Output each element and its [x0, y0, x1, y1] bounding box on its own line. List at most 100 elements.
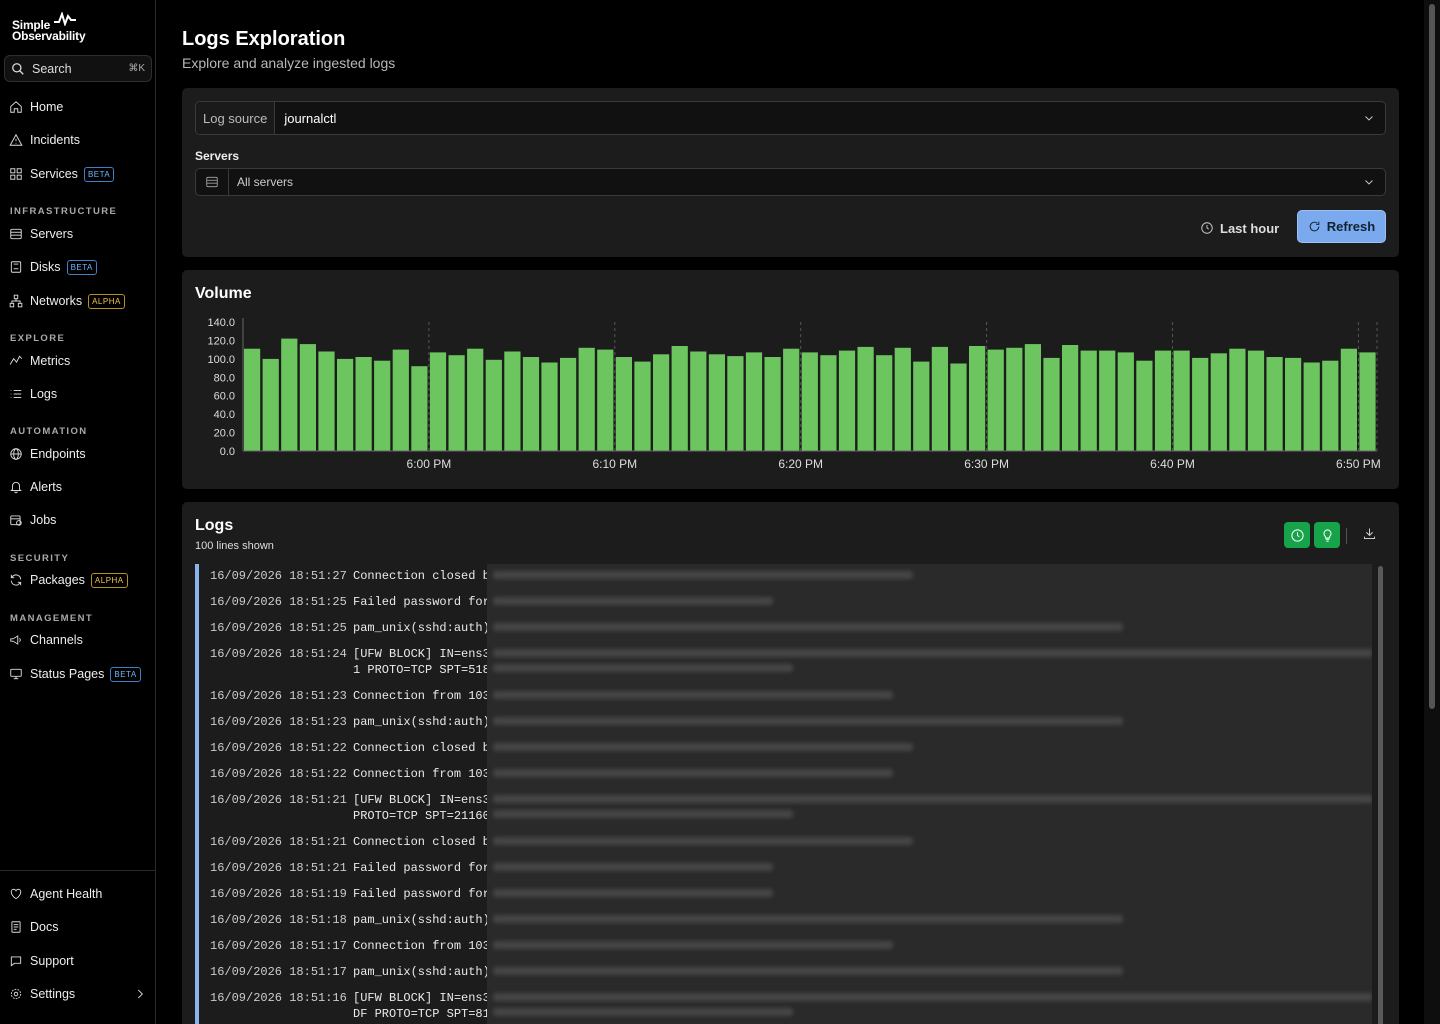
volume-bar[interactable] [1322, 360, 1339, 451]
volume-bar[interactable] [522, 357, 540, 451]
log-row[interactable]: 16/09/2026 18:51:24 [UFW BLOCK] IN=ens3 1… [195, 642, 1372, 684]
volume-bar[interactable] [1136, 360, 1153, 451]
volume-bar[interactable] [783, 348, 800, 451]
logo[interactable]: Simple Observability [12, 12, 102, 44]
volume-bar[interactable] [1024, 344, 1041, 451]
volume-bar[interactable] [467, 348, 484, 451]
volume-bar[interactable] [1006, 347, 1023, 451]
sidebar-item-jobs[interactable]: Jobs [9, 509, 56, 531]
sidebar-item-home[interactable]: Home [9, 96, 63, 118]
servers-select[interactable]: All servers [195, 168, 1386, 196]
sidebar-item-agent-health[interactable]: Agent Health [9, 883, 102, 905]
log-row[interactable]: 16/09/2026 18:51:23 Connection from 103. [195, 684, 1372, 710]
sidebar-item-support[interactable]: Support [9, 950, 74, 972]
volume-bar[interactable] [1080, 350, 1097, 451]
volume-bar[interactable] [244, 348, 261, 451]
page-scrollbar-thumb[interactable] [1429, 4, 1435, 709]
sidebar-item-alerts[interactable]: Alerts [9, 476, 62, 498]
volume-bar[interactable] [838, 350, 856, 451]
log-row[interactable]: 16/09/2026 18:51:21 Connection closed by [195, 830, 1372, 856]
log-row[interactable]: 16/09/2026 18:51:16 [UFW BLOCK] IN=ens3 D… [195, 986, 1372, 1024]
sidebar-item-status-pages[interactable]: Status Pages BETA [9, 663, 141, 685]
volume-bar[interactable] [671, 346, 688, 451]
log-source-select[interactable]: Log source journalctl [195, 101, 1386, 135]
volume-bar[interactable] [1266, 357, 1283, 451]
volume-bar[interactable] [281, 338, 298, 451]
log-row[interactable]: 16/09/2026 18:51:22 Connection from 103. [195, 762, 1372, 788]
log-row[interactable]: 16/09/2026 18:51:18 pam_unix(sshd:auth): [195, 908, 1372, 934]
volume-bar[interactable] [1303, 362, 1320, 452]
log-row[interactable]: 16/09/2026 18:51:19 Failed password for [195, 882, 1372, 908]
volume-bar[interactable] [429, 352, 447, 451]
volume-bar[interactable] [392, 349, 409, 451]
log-row[interactable]: 16/09/2026 18:51:21 [UFW BLOCK] IN=ens3 P… [195, 788, 1372, 830]
log-row[interactable]: 16/09/2026 18:51:25 pam_unix(sshd:auth): [195, 616, 1372, 642]
toggle-insights-button[interactable] [1314, 522, 1340, 548]
volume-bar[interactable] [820, 355, 837, 451]
sidebar-item-channels[interactable]: Channels [9, 629, 83, 651]
sidebar-item-metrics[interactable]: Metrics [9, 350, 70, 372]
volume-bar[interactable] [913, 361, 930, 451]
volume-bar[interactable] [1062, 345, 1079, 451]
volume-bar[interactable] [857, 346, 874, 451]
log-row[interactable]: 16/09/2026 18:51:27 Connection closed by [195, 564, 1372, 590]
volume-bar[interactable] [541, 362, 558, 452]
volume-bar[interactable] [1359, 352, 1376, 451]
sidebar-item-incidents[interactable]: Incidents [9, 129, 80, 151]
volume-bar[interactable] [876, 355, 893, 451]
sidebar-item-networks[interactable]: Networks ALPHA [9, 290, 125, 312]
page-scrollbar[interactable] [1424, 0, 1440, 1024]
download-button[interactable] [1362, 526, 1378, 542]
volume-bar[interactable] [894, 347, 911, 451]
volume-bar[interactable] [355, 357, 372, 451]
volume-bar[interactable] [653, 354, 670, 452]
volume-bar[interactable] [448, 355, 465, 451]
sidebar-item-packages[interactable]: Packages ALPHA [9, 569, 128, 591]
volume-bar[interactable] [1247, 350, 1265, 451]
sidebar-item-servers[interactable]: Servers [9, 223, 73, 245]
volume-bar[interactable] [578, 347, 595, 451]
volume-bar[interactable] [987, 349, 1004, 451]
volume-bar[interactable] [299, 344, 316, 451]
refresh-button[interactable]: Refresh [1297, 210, 1386, 243]
volume-bar[interactable] [764, 357, 781, 451]
log-row[interactable]: 16/09/2026 18:51:17 Connection from 103. [195, 934, 1372, 960]
volume-bar[interactable] [1192, 357, 1209, 451]
volume-bar[interactable] [969, 346, 986, 451]
sidebar-item-docs[interactable]: Docs [9, 916, 58, 938]
sidebar-item-settings[interactable]: Settings [9, 983, 147, 1005]
log-row[interactable]: 16/09/2026 18:51:22 Connection closed by [195, 736, 1372, 762]
volume-bar[interactable] [1210, 353, 1227, 451]
volume-bar[interactable] [1229, 348, 1246, 451]
toggle-timestamp-button[interactable] [1284, 522, 1310, 548]
log-row[interactable]: 16/09/2026 18:51:17 pam_unix(sshd:auth): [195, 960, 1372, 986]
volume-bar[interactable] [1099, 350, 1116, 451]
volume-bar[interactable] [801, 352, 818, 451]
volume-bar[interactable] [615, 357, 632, 451]
volume-bar[interactable] [318, 351, 335, 452]
time-range-button[interactable]: Last hour [1200, 216, 1279, 240]
volume-bar[interactable] [1340, 348, 1357, 451]
log-scrollbar[interactable] [1377, 564, 1385, 1024]
volume-bar[interactable] [597, 349, 614, 451]
volume-bar[interactable] [708, 354, 725, 452]
log-row[interactable]: 16/09/2026 18:51:23 pam_unix(sshd:auth): [195, 710, 1372, 736]
volume-bar[interactable] [262, 358, 279, 451]
volume-bar[interactable] [1173, 350, 1190, 451]
sidebar-item-endpoints[interactable]: Endpoints [9, 443, 86, 465]
log-row[interactable]: 16/09/2026 18:51:21 Failed password for [195, 856, 1372, 882]
sidebar-item-services[interactable]: Services BETA [9, 163, 115, 185]
volume-bar[interactable] [1117, 352, 1134, 451]
volume-bar[interactable] [634, 361, 651, 451]
volume-bar[interactable] [745, 352, 763, 451]
volume-bar[interactable] [931, 346, 948, 451]
volume-bar[interactable] [485, 359, 502, 451]
volume-bar[interactable] [560, 357, 577, 451]
sidebar-item-logs[interactable]: Logs [9, 383, 57, 405]
log-row[interactable]: 16/09/2026 18:51:25 Failed password for [195, 590, 1372, 616]
volume-bar[interactable] [727, 356, 744, 451]
volume-bar[interactable] [1285, 357, 1302, 451]
volume-bar[interactable] [690, 351, 707, 452]
volume-bar[interactable] [1154, 350, 1172, 451]
search-button[interactable]: Search ⌘K [4, 55, 152, 82]
